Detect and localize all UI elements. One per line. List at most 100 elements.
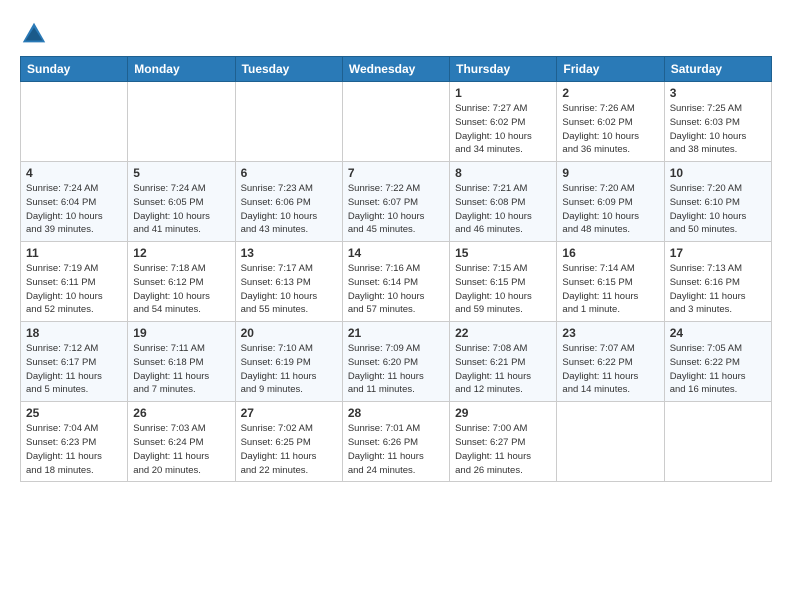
- calendar-cell: 15 Sunrise: 7:15 AM Sunset: 6:15 PM Dayli…: [450, 242, 557, 322]
- calendar-cell: 6 Sunrise: 7:23 AM Sunset: 6:06 PM Daylig…: [235, 162, 342, 242]
- day-number: 25: [26, 406, 122, 420]
- calendar-cell: 17 Sunrise: 7:13 AM Sunset: 6:16 PM Dayli…: [664, 242, 771, 322]
- day-info: Sunrise: 7:15 AM Sunset: 6:15 PM Dayligh…: [455, 262, 551, 317]
- day-info: Sunrise: 7:12 AM Sunset: 6:17 PM Dayligh…: [26, 342, 122, 397]
- day-number: 8: [455, 166, 551, 180]
- day-info: Sunrise: 7:05 AM Sunset: 6:22 PM Dayligh…: [670, 342, 766, 397]
- day-number: 1: [455, 86, 551, 100]
- week-row-4: 18 Sunrise: 7:12 AM Sunset: 6:17 PM Dayli…: [21, 322, 772, 402]
- calendar-cell: 27 Sunrise: 7:02 AM Sunset: 6:25 PM Dayli…: [235, 402, 342, 482]
- week-row-2: 4 Sunrise: 7:24 AM Sunset: 6:04 PM Daylig…: [21, 162, 772, 242]
- weekday-header-friday: Friday: [557, 57, 664, 82]
- day-info: Sunrise: 7:24 AM Sunset: 6:04 PM Dayligh…: [26, 182, 122, 237]
- day-info: Sunrise: 7:08 AM Sunset: 6:21 PM Dayligh…: [455, 342, 551, 397]
- day-info: Sunrise: 7:20 AM Sunset: 6:10 PM Dayligh…: [670, 182, 766, 237]
- day-info: Sunrise: 7:01 AM Sunset: 6:26 PM Dayligh…: [348, 422, 444, 477]
- calendar-cell: 25Sunrise: 7:04 AM Sunset: 6:23 PM Dayli…: [21, 402, 128, 482]
- day-number: 26: [133, 406, 229, 420]
- calendar-cell: [235, 82, 342, 162]
- day-number: 15: [455, 246, 551, 260]
- logo-icon: [20, 20, 48, 48]
- calendar-cell: 1 Sunrise: 7:27 AM Sunset: 6:02 PM Daylig…: [450, 82, 557, 162]
- calendar-cell: 22 Sunrise: 7:08 AM Sunset: 6:21 PM Dayli…: [450, 322, 557, 402]
- day-info: Sunrise: 7:02 AM Sunset: 6:25 PM Dayligh…: [241, 422, 337, 477]
- day-number: 14: [348, 246, 444, 260]
- calendar-cell: 24 Sunrise: 7:05 AM Sunset: 6:22 PM Dayli…: [664, 322, 771, 402]
- weekday-header-row: SundayMondayTuesdayWednesdayThursdayFrid…: [21, 57, 772, 82]
- week-row-3: 11 Sunrise: 7:19 AM Sunset: 6:11 PM Dayli…: [21, 242, 772, 322]
- calendar-cell: 7Sunrise: 7:22 AM Sunset: 6:07 PM Daylig…: [342, 162, 449, 242]
- day-info: Sunrise: 7:09 AM Sunset: 6:20 PM Dayligh…: [348, 342, 444, 397]
- calendar-cell: 23 Sunrise: 7:07 AM Sunset: 6:22 PM Dayli…: [557, 322, 664, 402]
- day-number: 12: [133, 246, 229, 260]
- calendar-cell: [664, 402, 771, 482]
- calendar-cell: 10 Sunrise: 7:20 AM Sunset: 6:10 PM Dayli…: [664, 162, 771, 242]
- logo: [20, 20, 52, 48]
- day-info: Sunrise: 7:11 AM Sunset: 6:18 PM Dayligh…: [133, 342, 229, 397]
- calendar-cell: 19 Sunrise: 7:11 AM Sunset: 6:18 PM Dayli…: [128, 322, 235, 402]
- calendar-cell: 26 Sunrise: 7:03 AM Sunset: 6:24 PM Dayli…: [128, 402, 235, 482]
- calendar-cell: [342, 82, 449, 162]
- calendar-cell: 12 Sunrise: 7:18 AM Sunset: 6:12 PM Dayli…: [128, 242, 235, 322]
- calendar-cell: [21, 82, 128, 162]
- day-info: Sunrise: 7:14 AM Sunset: 6:15 PM Dayligh…: [562, 262, 658, 317]
- day-info: Sunrise: 7:24 AM Sunset: 6:05 PM Dayligh…: [133, 182, 229, 237]
- day-info: Sunrise: 7:27 AM Sunset: 6:02 PM Dayligh…: [455, 102, 551, 157]
- day-number: 17: [670, 246, 766, 260]
- weekday-header-sunday: Sunday: [21, 57, 128, 82]
- day-number: 29: [455, 406, 551, 420]
- day-number: 4: [26, 166, 122, 180]
- day-number: 28: [348, 406, 444, 420]
- day-number: 7: [348, 166, 444, 180]
- day-number: 5: [133, 166, 229, 180]
- calendar-cell: 18 Sunrise: 7:12 AM Sunset: 6:17 PM Dayli…: [21, 322, 128, 402]
- day-number: 22: [455, 326, 551, 340]
- day-number: 20: [241, 326, 337, 340]
- day-number: 23: [562, 326, 658, 340]
- day-info: Sunrise: 7:26 AM Sunset: 6:02 PM Dayligh…: [562, 102, 658, 157]
- day-number: 3: [670, 86, 766, 100]
- day-number: 6: [241, 166, 337, 180]
- weekday-header-saturday: Saturday: [664, 57, 771, 82]
- week-row-1: 1 Sunrise: 7:27 AM Sunset: 6:02 PM Daylig…: [21, 82, 772, 162]
- day-info: Sunrise: 7:20 AM Sunset: 6:09 PM Dayligh…: [562, 182, 658, 237]
- day-number: 10: [670, 166, 766, 180]
- calendar-cell: 14 Sunrise: 7:16 AM Sunset: 6:14 PM Dayli…: [342, 242, 449, 322]
- calendar-cell: 8Sunrise: 7:21 AM Sunset: 6:08 PM Daylig…: [450, 162, 557, 242]
- day-info: Sunrise: 7:07 AM Sunset: 6:22 PM Dayligh…: [562, 342, 658, 397]
- day-info: Sunrise: 7:18 AM Sunset: 6:12 PM Dayligh…: [133, 262, 229, 317]
- day-info: Sunrise: 7:25 AM Sunset: 6:03 PM Dayligh…: [670, 102, 766, 157]
- day-number: 11: [26, 246, 122, 260]
- day-number: 2: [562, 86, 658, 100]
- calendar-cell: 13Sunrise: 7:17 AM Sunset: 6:13 PM Dayli…: [235, 242, 342, 322]
- calendar-cell: 4 Sunrise: 7:24 AM Sunset: 6:04 PM Daylig…: [21, 162, 128, 242]
- calendar-cell: 20 Sunrise: 7:10 AM Sunset: 6:19 PM Dayli…: [235, 322, 342, 402]
- weekday-header-monday: Monday: [128, 57, 235, 82]
- day-info: Sunrise: 7:13 AM Sunset: 6:16 PM Dayligh…: [670, 262, 766, 317]
- calendar-cell: 29 Sunrise: 7:00 AM Sunset: 6:27 PM Dayli…: [450, 402, 557, 482]
- day-number: 27: [241, 406, 337, 420]
- calendar-cell: 9 Sunrise: 7:20 AM Sunset: 6:09 PM Daylig…: [557, 162, 664, 242]
- day-number: 19: [133, 326, 229, 340]
- day-number: 9: [562, 166, 658, 180]
- calendar-cell: 16 Sunrise: 7:14 AM Sunset: 6:15 PM Dayli…: [557, 242, 664, 322]
- day-number: 24: [670, 326, 766, 340]
- day-info: Sunrise: 7:10 AM Sunset: 6:19 PM Dayligh…: [241, 342, 337, 397]
- calendar-cell: 21 Sunrise: 7:09 AM Sunset: 6:20 PM Dayli…: [342, 322, 449, 402]
- day-number: 16: [562, 246, 658, 260]
- week-row-5: 25Sunrise: 7:04 AM Sunset: 6:23 PM Dayli…: [21, 402, 772, 482]
- calendar-cell: 2 Sunrise: 7:26 AM Sunset: 6:02 PM Daylig…: [557, 82, 664, 162]
- day-number: 18: [26, 326, 122, 340]
- calendar-cell: [557, 402, 664, 482]
- calendar-cell: [128, 82, 235, 162]
- day-number: 21: [348, 326, 444, 340]
- calendar-cell: 11 Sunrise: 7:19 AM Sunset: 6:11 PM Dayli…: [21, 242, 128, 322]
- calendar-cell: 5 Sunrise: 7:24 AM Sunset: 6:05 PM Daylig…: [128, 162, 235, 242]
- day-info: Sunrise: 7:16 AM Sunset: 6:14 PM Dayligh…: [348, 262, 444, 317]
- day-info: Sunrise: 7:23 AM Sunset: 6:06 PM Dayligh…: [241, 182, 337, 237]
- day-info: Sunrise: 7:00 AM Sunset: 6:27 PM Dayligh…: [455, 422, 551, 477]
- weekday-header-thursday: Thursday: [450, 57, 557, 82]
- weekday-header-wednesday: Wednesday: [342, 57, 449, 82]
- day-info: Sunrise: 7:03 AM Sunset: 6:24 PM Dayligh…: [133, 422, 229, 477]
- day-info: Sunrise: 7:19 AM Sunset: 6:11 PM Dayligh…: [26, 262, 122, 317]
